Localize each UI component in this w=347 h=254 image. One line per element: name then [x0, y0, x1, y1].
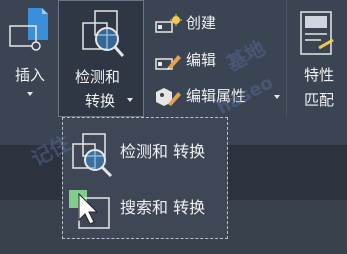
create-attribute-icon: [155, 14, 182, 33]
match-properties-label-line2: 匹配: [304, 91, 335, 109]
edit-attributes-icon: [156, 88, 181, 106]
menu-item-label: 检测和 转换: [120, 142, 206, 161]
chevron-down-icon: [27, 92, 33, 96]
edit-attribute-icon: [155, 55, 181, 70]
insert-label: 插入: [15, 66, 46, 84]
detect-convert-icon: [72, 133, 113, 178]
insert-block-icon: [9, 8, 48, 51]
detect-convert-label-line2: 转换: [85, 92, 116, 110]
match-properties-icon: [300, 11, 334, 55]
search-convert-icon: [69, 190, 110, 229]
detect-convert-dropdown: 检测和 转换 搜索和 转换: [62, 117, 228, 239]
chevron-down-icon: [274, 95, 280, 99]
insert-button[interactable]: 插入: [0, 0, 58, 117]
create-label: 创建: [186, 14, 217, 32]
detect-convert-button[interactable]: 检测和 转换: [58, 0, 144, 117]
create-button[interactable]: 创建: [152, 12, 282, 36]
match-properties-button[interactable]: 特性 匹配: [290, 0, 347, 117]
detect-convert-label-line1: 检测和: [75, 68, 121, 86]
match-properties-label-line1: 特性: [304, 66, 335, 84]
menu-item-search-convert[interactable]: 搜索和 转换: [63, 186, 227, 234]
separator: [286, 0, 287, 117]
menu-item-label: 搜索和 转换: [120, 198, 206, 217]
detect-convert-icon: [82, 10, 125, 57]
chevron-down-icon: [127, 98, 133, 102]
edit-label: 编辑: [186, 51, 217, 69]
menu-item-detect-convert[interactable]: 检测和 转换: [63, 130, 227, 178]
